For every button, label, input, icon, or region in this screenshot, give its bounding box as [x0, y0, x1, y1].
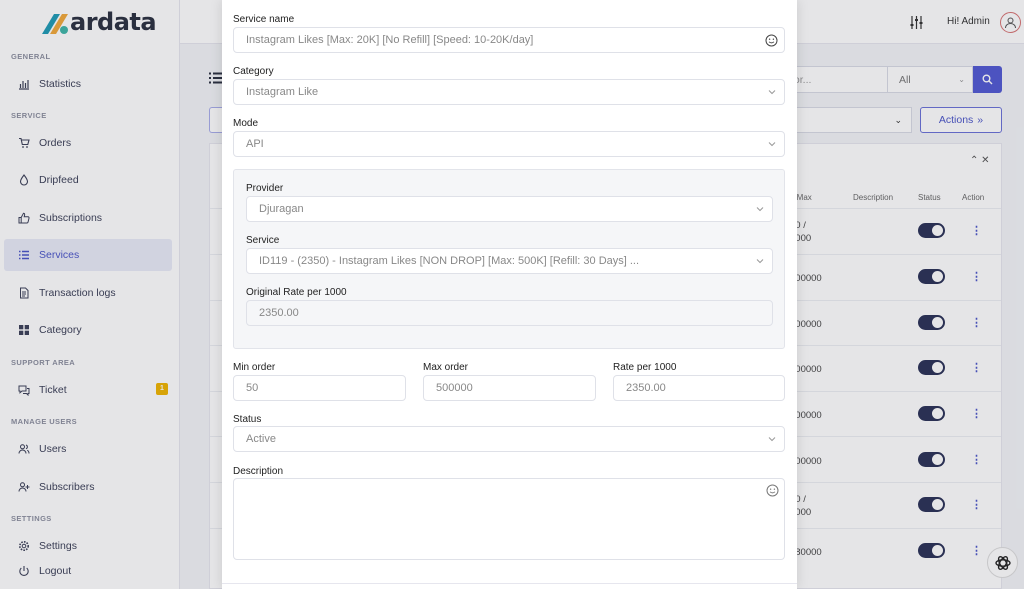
category-select[interactable]: Instagram Like	[233, 79, 785, 105]
provider-select-value: Djuragan	[259, 203, 304, 215]
mode-select-value: API	[246, 138, 264, 150]
original-rate-label: Original Rate per 1000	[246, 287, 347, 298]
chevron-down-icon	[768, 437, 776, 442]
mode-label: Mode	[233, 118, 259, 129]
status-label: Status	[233, 414, 262, 425]
chevron-down-icon	[756, 207, 764, 212]
category-label: Category	[233, 66, 274, 77]
max-order-value: 500000	[436, 382, 473, 394]
original-rate-field: 2350.00	[246, 300, 773, 326]
provider-service-select[interactable]: ID119 - (2350) - Instagram Likes [NON DR…	[246, 248, 773, 274]
description-textarea[interactable]	[233, 478, 785, 560]
max-order-input[interactable]: 500000	[423, 375, 596, 401]
chevron-down-icon	[768, 90, 776, 95]
status-select-value: Active	[246, 433, 276, 445]
status-select[interactable]: Active	[233, 426, 785, 452]
rate-input[interactable]: 2350.00	[613, 375, 785, 401]
max-order-label: Max order	[423, 362, 469, 373]
rate-value: 2350.00	[626, 382, 666, 394]
min-order-value: 50	[246, 382, 259, 394]
service-name-input[interactable]: Instagram Likes [Max: 20K] [No Refill] […	[233, 27, 785, 53]
modal-footer-divider	[222, 583, 797, 584]
provider-service-label: Service	[246, 235, 280, 246]
provider-select[interactable]: Djuragan	[246, 196, 773, 222]
chevron-down-icon	[756, 259, 764, 264]
category-select-value: Instagram Like	[246, 86, 319, 98]
min-order-input[interactable]: 50	[233, 375, 406, 401]
emoji-icon[interactable]	[766, 484, 779, 497]
original-rate-value: 2350.00	[259, 307, 299, 319]
edit-service-modal: Service name Instagram Likes [Max: 20K] …	[222, 0, 797, 589]
provider-service-value: ID119 - (2350) - Instagram Likes [NON DR…	[259, 255, 640, 267]
service-name-value: Instagram Likes [Max: 20K] [No Refill] […	[246, 34, 534, 46]
rate-label: Rate per 1000	[613, 362, 677, 373]
provider-settings-panel: Provider Djuragan Service ID119 - (2350)…	[233, 169, 785, 349]
mode-select[interactable]: API	[233, 131, 785, 157]
provider-label: Provider	[246, 183, 284, 194]
description-label: Description	[233, 466, 284, 477]
min-order-label: Min order	[233, 362, 276, 373]
chevron-down-icon	[768, 142, 776, 147]
service-name-label: Service name	[233, 14, 295, 25]
emoji-icon[interactable]	[765, 34, 778, 47]
